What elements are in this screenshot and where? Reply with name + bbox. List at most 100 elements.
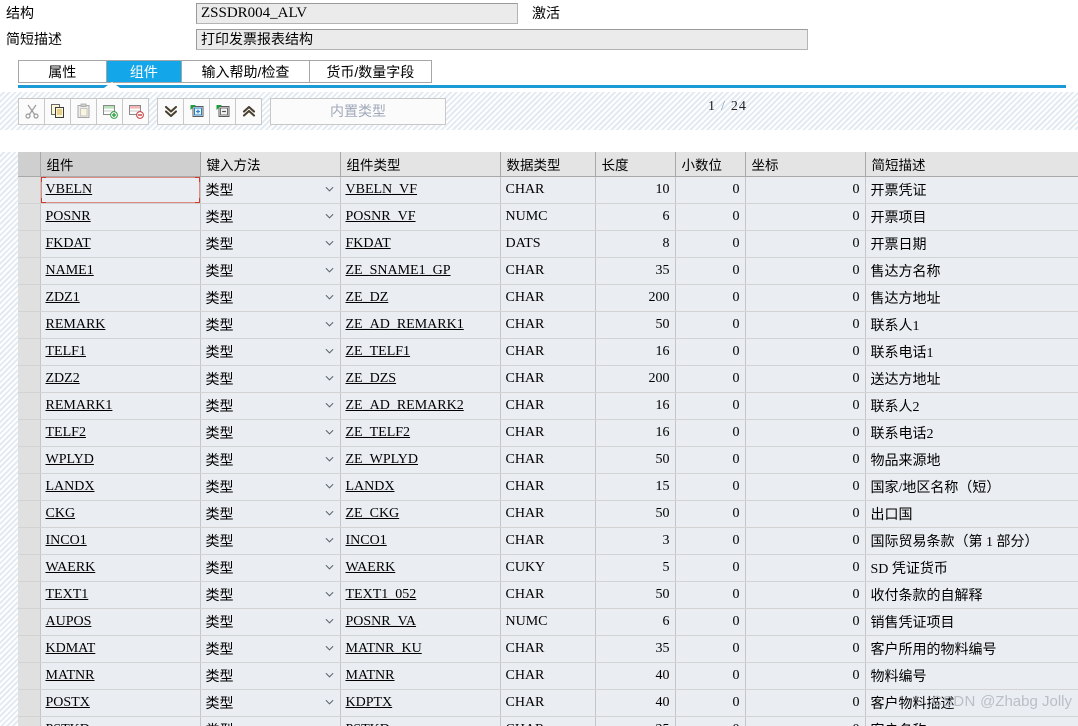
component-type-link[interactable]: ZE_DZ xyxy=(346,290,389,305)
cell-decimals[interactable]: 0 xyxy=(675,662,746,690)
row-selector-cell[interactable] xyxy=(18,365,41,393)
table-row[interactable]: REMARK 类型 ZE_AD_REMARK1 CHAR 50 0 0 联系人1 xyxy=(18,311,1078,339)
chevron-down-icon[interactable] xyxy=(325,319,334,328)
cell-componenttype[interactable]: ZE_AD_REMARK2 xyxy=(340,392,501,420)
row-selector-cell[interactable] xyxy=(18,203,41,231)
cell-component[interactable]: TELF2 xyxy=(40,419,201,447)
row-selector-cell[interactable] xyxy=(18,716,41,726)
component-name-link[interactable]: ZDZ2 xyxy=(46,371,80,386)
cell-component[interactable]: FKDAT xyxy=(40,230,201,258)
cell-length[interactable]: 16 xyxy=(595,338,676,366)
cell-shortdesc[interactable]: 物料编号 xyxy=(865,662,1078,690)
cell-shortdesc[interactable]: 售达方地址 xyxy=(865,284,1078,312)
cell-coordinate[interactable]: 0 xyxy=(745,419,866,447)
component-type-link[interactable]: ZE_CKG xyxy=(346,506,400,521)
cell-component[interactable]: WPLYD xyxy=(40,446,201,474)
column-header-coordinate[interactable]: 坐标 xyxy=(745,152,866,177)
table-row[interactable]: NAME1 类型 ZE_SNAME1_GP CHAR 35 0 0 售达方名称 xyxy=(18,257,1078,285)
cell-datatype[interactable]: CHAR xyxy=(500,338,596,366)
row-selector-cell[interactable] xyxy=(18,230,41,258)
cell-componenttype[interactable]: INCO1 xyxy=(340,527,501,555)
table-row[interactable]: WAERK 类型 WAERK CUKY 5 0 0 SD 凭证货币 xyxy=(18,554,1078,582)
cell-keytype[interactable]: 类型 xyxy=(200,203,341,231)
row-selector-cell[interactable] xyxy=(18,554,41,582)
component-name-link[interactable]: VBELN xyxy=(46,182,93,197)
table-row[interactable]: ZDZ1 类型 ZE_DZ CHAR 200 0 0 售达方地址 xyxy=(18,284,1078,312)
cell-componenttype[interactable]: ZE_DZ xyxy=(340,284,501,312)
component-type-link[interactable]: KDPTX xyxy=(346,695,393,710)
cell-length[interactable]: 200 xyxy=(595,365,676,393)
cell-coordinate[interactable]: 0 xyxy=(745,716,866,726)
row-selector-cell[interactable] xyxy=(18,338,41,366)
cell-component[interactable]: CKG xyxy=(40,500,201,528)
cell-componenttype[interactable]: VBELN_VF xyxy=(340,176,501,204)
cell-datatype[interactable]: NUMC xyxy=(500,203,596,231)
cell-shortdesc[interactable]: SD 凭证货币 xyxy=(865,554,1078,582)
cell-shortdesc[interactable]: 国际贸易条款（第 1 部分） xyxy=(865,527,1078,555)
cut-button[interactable] xyxy=(18,97,45,125)
cell-keytype[interactable]: 类型 xyxy=(200,176,341,204)
cell-coordinate[interactable]: 0 xyxy=(745,608,866,636)
cell-component[interactable]: NAME1 xyxy=(40,257,201,285)
component-type-link[interactable]: ZE_TELF1 xyxy=(346,344,411,359)
row-selector-cell[interactable] xyxy=(18,635,41,663)
table-row[interactable]: REMARK1 类型 ZE_AD_REMARK2 CHAR 16 0 0 联系人2 xyxy=(18,392,1078,420)
cell-decimals[interactable]: 0 xyxy=(675,392,746,420)
cell-shortdesc[interactable]: 出口国 xyxy=(865,500,1078,528)
cell-component[interactable]: KDMAT xyxy=(40,635,201,663)
component-type-link[interactable]: ZE_AD_REMARK1 xyxy=(346,317,464,332)
cell-length[interactable]: 200 xyxy=(595,284,676,312)
cell-component[interactable]: ZDZ1 xyxy=(40,284,201,312)
cell-keytype[interactable]: 类型 xyxy=(200,338,341,366)
chevron-down-icon[interactable] xyxy=(325,211,334,220)
cell-datatype[interactable]: CHAR xyxy=(500,257,596,285)
collapse-include-button[interactable] xyxy=(209,97,236,125)
table-row[interactable]: TELF1 类型 ZE_TELF1 CHAR 16 0 0 联系电话1 xyxy=(18,338,1078,366)
cell-coordinate[interactable]: 0 xyxy=(745,311,866,339)
cell-component[interactable]: POSNR xyxy=(40,203,201,231)
chevron-down-icon[interactable] xyxy=(325,562,334,571)
table-row[interactable]: INCO1 类型 INCO1 CHAR 3 0 0 国际贸易条款（第 1 部分） xyxy=(18,527,1078,555)
row-selector-cell[interactable] xyxy=(18,608,41,636)
component-name-link[interactable]: FKDAT xyxy=(46,236,91,251)
row-selector-cell[interactable] xyxy=(18,392,41,420)
table-row[interactable]: AUPOS 类型 POSNR_VA NUMC 6 0 0 销售凭证项目 xyxy=(18,608,1078,636)
component-type-link[interactable]: ZE_TELF2 xyxy=(346,425,411,440)
cell-shortdesc[interactable]: 销售凭证项目 xyxy=(865,608,1078,636)
cell-coordinate[interactable]: 0 xyxy=(745,176,866,204)
component-name-link[interactable]: POSTX xyxy=(46,695,90,710)
cell-decimals[interactable]: 0 xyxy=(675,338,746,366)
cell-shortdesc[interactable]: 联系电话2 xyxy=(865,419,1078,447)
component-name-link[interactable]: POSNR xyxy=(46,209,91,224)
component-type-link[interactable]: TEXT1_052 xyxy=(346,587,417,602)
cell-component[interactable]: REMARK1 xyxy=(40,392,201,420)
cell-componenttype[interactable]: FKDAT xyxy=(340,230,501,258)
component-type-link[interactable]: INCO1 xyxy=(346,533,387,548)
cell-keytype[interactable]: 类型 xyxy=(200,581,341,609)
cell-datatype[interactable]: CHAR xyxy=(500,392,596,420)
component-type-link[interactable]: VBELN_VF xyxy=(346,182,418,197)
cell-decimals[interactable]: 0 xyxy=(675,500,746,528)
component-type-link[interactable]: WAERK xyxy=(346,560,396,575)
cell-decimals[interactable]: 0 xyxy=(675,230,746,258)
cell-component[interactable]: AUPOS xyxy=(40,608,201,636)
table-row[interactable]: VBELN 类型 VBELN_VF CHAR 10 0 0 开票凭证 xyxy=(18,176,1078,204)
tab-currency-quantity-fields[interactable]: 货币/数量字段 xyxy=(309,61,432,82)
table-row[interactable]: FKDAT 类型 FKDAT DATS 8 0 0 开票日期 xyxy=(18,230,1078,258)
chevron-down-icon[interactable] xyxy=(325,400,334,409)
chevron-down-icon[interactable] xyxy=(325,589,334,598)
cell-coordinate[interactable]: 0 xyxy=(745,635,866,663)
cell-decimals[interactable]: 0 xyxy=(675,446,746,474)
cell-shortdesc[interactable]: 开票日期 xyxy=(865,230,1078,258)
expand-include-button[interactable] xyxy=(183,97,210,125)
cell-length[interactable]: 15 xyxy=(595,473,676,501)
tab-input-help-check[interactable]: 输入帮助/检查 xyxy=(182,61,310,82)
chevron-down-icon[interactable] xyxy=(325,427,334,436)
table-row[interactable]: TELF2 类型 ZE_TELF2 CHAR 16 0 0 联系电话2 xyxy=(18,419,1078,447)
cell-datatype[interactable]: CHAR xyxy=(500,581,596,609)
column-header-decimals[interactable]: 小数位 xyxy=(675,152,746,177)
cell-datatype[interactable]: DATS xyxy=(500,230,596,258)
cell-component[interactable]: POSTX xyxy=(40,689,201,717)
row-selector-cell[interactable] xyxy=(18,662,41,690)
component-name-link[interactable]: REMARK xyxy=(46,317,106,332)
